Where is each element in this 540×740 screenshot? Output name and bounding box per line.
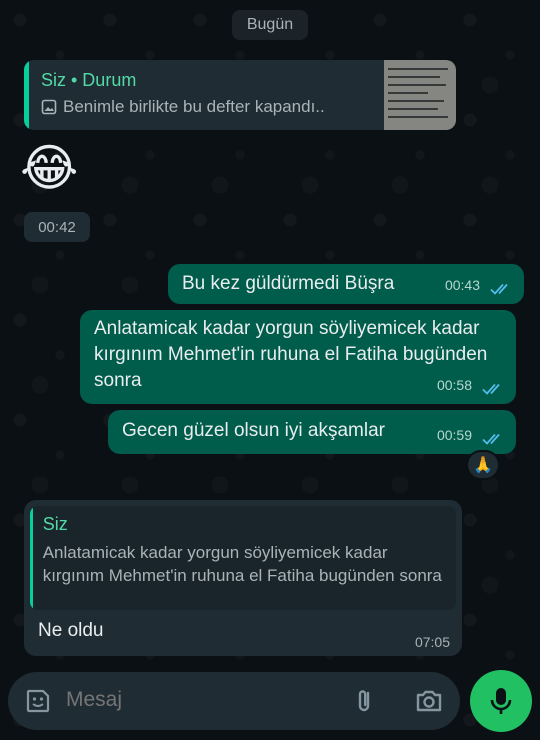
quoted-sender: Siz xyxy=(42,514,68,534)
message-text: Anlatamicak kadar yorgun söyliyemicek ka… xyxy=(94,318,488,391)
incoming-message[interactable]: Siz Anlatamicak kadar yorgun söyliyemice… xyxy=(24,500,462,656)
message-composer xyxy=(8,672,460,730)
sticker-smile-icon[interactable] xyxy=(24,687,52,715)
message-text: Ne oldu xyxy=(38,620,104,641)
message-time: 00:43 xyxy=(444,277,480,293)
emoji-message[interactable]: 😂 xyxy=(20,140,84,196)
message-time: 00:42 xyxy=(24,212,90,242)
image-icon xyxy=(41,99,57,115)
outgoing-message[interactable]: Bu kez güldürmedi Büşra 00:43 xyxy=(168,264,524,304)
message-reaction[interactable]: 🙏 xyxy=(466,450,500,480)
outgoing-message[interactable]: Anlatamicak kadar yorgun söyliyemicek ka… xyxy=(80,310,516,404)
status-preview-text: Benimle birlikte bu defter kapandı.. xyxy=(63,97,325,116)
double-check-icon xyxy=(490,283,508,295)
double-check-icon xyxy=(482,433,500,445)
outgoing-message[interactable]: Gecen güzel olsun iyi akşamlar 00:59 xyxy=(108,410,516,454)
message-time: 00:59 xyxy=(436,427,472,443)
message-text: Gecen güzel olsun iyi akşamlar xyxy=(122,420,385,441)
microphone-icon xyxy=(490,688,512,714)
paperclip-icon[interactable] xyxy=(352,687,378,715)
quoted-text: Anlatamicak kadar yorgun söyliyemicek ka… xyxy=(42,543,442,585)
status-sender: Siz • Durum xyxy=(41,70,137,90)
message-text: Bu kez güldürmedi Büşra xyxy=(182,273,395,294)
camera-icon[interactable] xyxy=(414,687,444,715)
message-time: 07:05 xyxy=(414,634,450,650)
voice-message-button[interactable] xyxy=(470,670,532,732)
status-thumbnail xyxy=(384,60,456,130)
message-time: 00:58 xyxy=(436,377,472,393)
quoted-message[interactable]: Siz Anlatamicak kadar yorgun söyliyemice… xyxy=(30,506,456,610)
date-divider: Bugün xyxy=(232,10,308,40)
status-reply-bubble[interactable]: Siz • Durum Benimle birlikte bu defter k… xyxy=(24,60,456,130)
double-check-icon xyxy=(482,383,500,395)
message-input[interactable] xyxy=(66,688,326,712)
